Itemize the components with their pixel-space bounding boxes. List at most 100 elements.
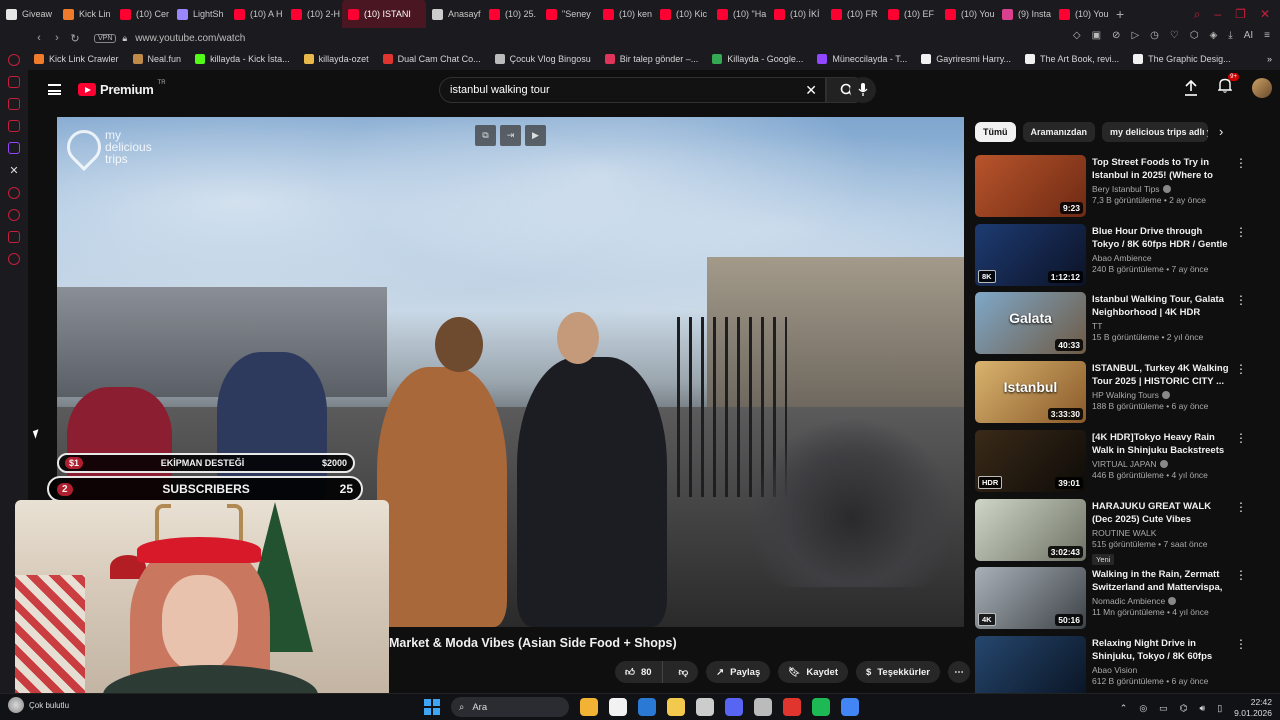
bookmark-item[interactable]: Killayda - Google...	[712, 54, 803, 64]
taskbar-app-icon[interactable]	[580, 698, 598, 716]
channel-name[interactable]: ROUTINE WALK	[1092, 528, 1156, 538]
video-thumbnail[interactable]: 3:02:43	[975, 499, 1086, 561]
browser-tab[interactable]: (10) ISTANI	[342, 0, 426, 28]
bookmark-item[interactable]: Kick Link Crawler	[34, 54, 119, 64]
taskbar-app-icon[interactable]	[725, 698, 743, 716]
close-window-button[interactable]: ✕	[1260, 7, 1270, 21]
cast-icon[interactable]: ⇥	[500, 125, 521, 146]
recommendation-item[interactable]: Galata 40:33 Istanbul Walking Tour, Galata…	[975, 292, 1247, 356]
more-vertical-icon[interactable]: ⋮	[1235, 226, 1247, 238]
channel-name[interactable]: Bery Istanbul Tips	[1092, 184, 1160, 194]
tab-search-icon[interactable]: ⌕	[1194, 7, 1201, 22]
sidebar-twitch-icon[interactable]	[8, 142, 20, 154]
video-thumbnail[interactable]: 4K 50:16	[975, 567, 1086, 629]
weather-widget[interactable]: Çok bulutlu	[8, 697, 69, 713]
sidebar-messenger-icon[interactable]	[8, 98, 20, 110]
browser-tab[interactable]: Anasayf	[426, 0, 483, 28]
network-icon[interactable]: ⌬	[1180, 703, 1188, 714]
sidebar-gmail-icon[interactable]	[8, 120, 20, 132]
more-vertical-icon[interactable]: ⋮	[1235, 501, 1247, 513]
video-thumbnail[interactable]: HDR 39:01	[975, 430, 1086, 492]
save-button[interactable]: 🔖︎ Kaydet	[778, 661, 849, 683]
browser-tab[interactable]: (10) Kic	[654, 0, 711, 28]
more-vertical-icon[interactable]: ⋮	[1235, 638, 1247, 650]
browser-tab[interactable]: (10) You	[939, 0, 996, 28]
share-button[interactable]: ↗ Paylaş	[706, 661, 771, 683]
chip-from-search[interactable]: Aramanızdan	[1022, 122, 1096, 142]
channel-name[interactable]: Nomadic Ambience	[1092, 596, 1165, 606]
clock[interactable]: 22:42 9.01.2026	[1234, 697, 1272, 719]
recommendation-item[interactable]: Istanbul 3:33:30 ISTANBUL, Turkey 4K Walki…	[975, 361, 1247, 425]
recommendation-title[interactable]: ISTANBUL, Turkey 4K Walking Tour 2025 | …	[1092, 362, 1232, 388]
bookmarks-overflow-icon[interactable]: »	[1267, 54, 1272, 64]
new-tab-button[interactable]: +	[1110, 6, 1130, 22]
heart-icon[interactable]: ♡	[1170, 30, 1179, 41]
recommendation-item[interactable]: 4K 50:16 Walking in the Rain, Zermatt Swit…	[975, 567, 1247, 631]
back-icon[interactable]: ‹	[30, 32, 48, 44]
taskbar-app-icon[interactable]	[638, 698, 656, 716]
taskbar-app-icon[interactable]	[696, 698, 714, 716]
video-thumbnail[interactable]: Istanbul 3:33:30	[975, 361, 1086, 423]
recommendation-item[interactable]: HDR 39:01 [4K HDR]Tokyo Heavy Rain Walk in…	[975, 430, 1247, 494]
browser-tab[interactable]: (10) EF	[882, 0, 939, 28]
bookmark-item[interactable]: Gayriresmi Harry...	[921, 54, 1011, 64]
taskbar-app-icon[interactable]	[667, 698, 685, 716]
guide-menu-icon[interactable]	[48, 84, 61, 95]
taskbar-app-icon[interactable]	[783, 698, 801, 716]
more-actions-button[interactable]: ⋯	[947, 661, 970, 683]
taskbar-app-icon[interactable]	[609, 698, 627, 716]
recommendation-item[interactable]: 3:02:43 HARAJUKU GREAT WALK (Dec 2025) Cu…	[975, 499, 1247, 565]
account-avatar[interactable]	[1252, 78, 1272, 98]
chip-all[interactable]: Tümü	[975, 122, 1016, 142]
reload-icon[interactable]: ↻	[66, 32, 84, 45]
bookmark-item[interactable]: Çocuk Vlog Bingosu	[494, 54, 591, 64]
more-vertical-icon[interactable]: ⋮	[1235, 157, 1247, 169]
browser-tab[interactable]: (10) İKİ	[768, 0, 825, 28]
recommendation-item[interactable]: 9:23 Top Street Foods to Try in Istanbul …	[975, 155, 1247, 219]
taskbar-app-icon[interactable]	[841, 698, 859, 716]
channel-name[interactable]: HP Walking Tours	[1092, 390, 1159, 400]
sidebar-cube-icon[interactable]	[8, 231, 20, 243]
bookmark-item[interactable]: Dual Cam Chat Co...	[382, 54, 481, 64]
taskbar-search[interactable]: ⌕ Ara	[451, 697, 569, 717]
sidebar-player-icon[interactable]	[8, 187, 20, 199]
start-button[interactable]	[424, 699, 440, 715]
chip-channel[interactable]: my delicious trips adlı yü	[1102, 122, 1209, 142]
battery-icon[interactable]: ▯	[1217, 703, 1222, 714]
screenshot-icon[interactable]: ▣	[1092, 30, 1101, 41]
recommendation-title[interactable]: Istanbul Walking Tour, Galata Neighborho…	[1092, 293, 1232, 319]
bookmark-item[interactable]: killayda-ozet	[303, 54, 369, 64]
restore-button[interactable]: ❐	[1235, 7, 1246, 21]
video-thumbnail[interactable]: Galata 40:33	[975, 292, 1086, 354]
sidebar-x-icon[interactable]: ✕	[9, 164, 18, 177]
sidebar-settings-icon[interactable]	[8, 253, 20, 265]
channel-name[interactable]: Abao Vision	[1092, 665, 1137, 675]
taskbar-app-icon[interactable]	[754, 698, 772, 716]
recommendation-title[interactable]: Blue Hour Drive through Tokyo / 8K 60fps…	[1092, 225, 1232, 251]
forward-icon[interactable]: ›	[48, 32, 66, 44]
notifications-button[interactable]: 9+	[1217, 73, 1239, 98]
download-icon[interactable]: ⤓	[1228, 30, 1232, 41]
like-button[interactable]: 👍︎ 80	[615, 661, 663, 683]
sidebar-lock-icon[interactable]	[8, 76, 20, 88]
recommendation-title[interactable]: Top Street Foods to Try in Istanbul in 2…	[1092, 156, 1232, 182]
video-thumbnail[interactable]	[975, 636, 1086, 698]
more-vertical-icon[interactable]: ⋮	[1235, 569, 1247, 581]
browser-tab[interactable]: Giveaw	[0, 0, 57, 28]
recommendation-title[interactable]: HARAJUKU GREAT WALK (Dec 2025) Cute Vibe…	[1092, 500, 1232, 526]
taskbar-app-icon[interactable]	[812, 698, 830, 716]
recommendation-item[interactable]: 8K 1:12:12 Blue Hour Drive through Tokyo /…	[975, 224, 1247, 288]
player-icon[interactable]: ▷	[1131, 30, 1139, 41]
browser-tab[interactable]: (10) You	[1053, 0, 1110, 28]
browser-tab[interactable]: (10) 2-H	[285, 0, 342, 28]
sidebar-home-icon[interactable]	[8, 54, 20, 66]
volume-icon[interactable]: 🔊︎	[1200, 703, 1206, 714]
browser-tab[interactable]: (9) Insta	[996, 0, 1053, 28]
search-input[interactable]: istanbul walking tour ✕	[439, 77, 826, 103]
more-vertical-icon[interactable]: ⋮	[1235, 432, 1247, 444]
browser-tab[interactable]: (10) 25.	[483, 0, 540, 28]
copilot-icon[interactable]: ◎	[1139, 703, 1147, 714]
chevron-right-icon[interactable]: ›	[1219, 124, 1223, 139]
channel-name[interactable]: TT	[1092, 321, 1102, 331]
recommendation-title[interactable]: [4K HDR]Tokyo Heavy Rain Walk in Shinjuk…	[1092, 431, 1232, 457]
